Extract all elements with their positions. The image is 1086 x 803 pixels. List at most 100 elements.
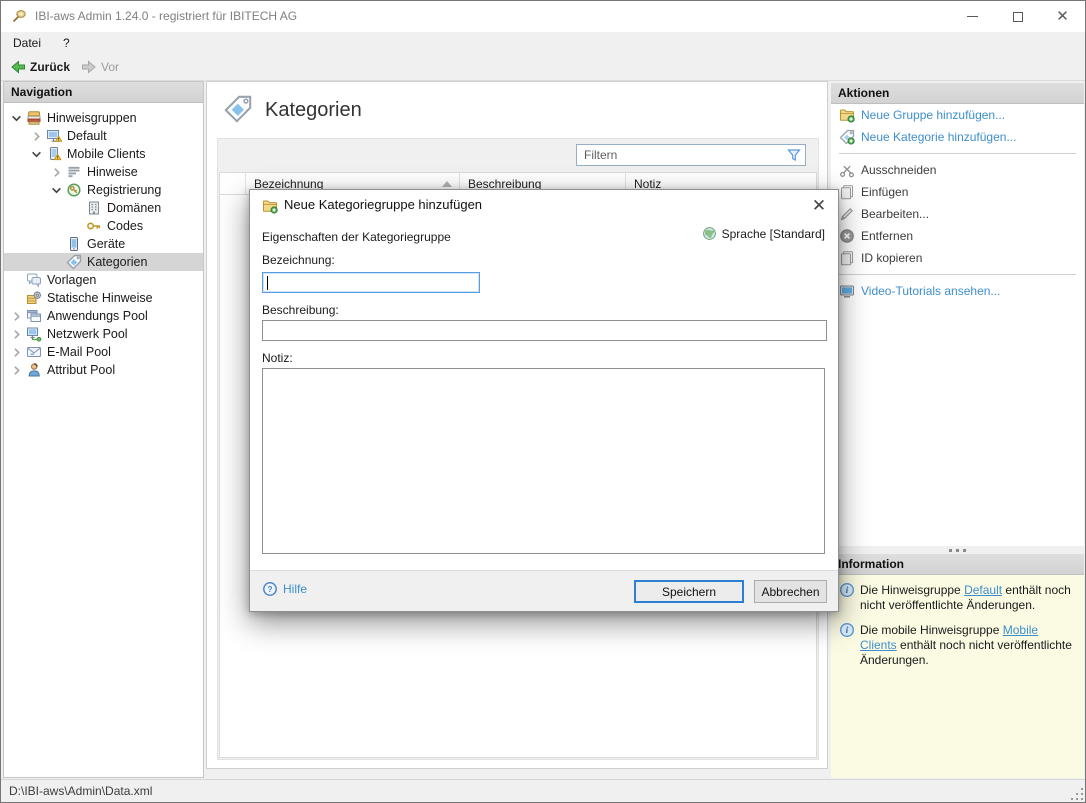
menu-datei[interactable]: Datei (7, 32, 47, 54)
filter-wrap (576, 144, 806, 166)
status-path: D:\IBI-aws\Admin\Data.xml (9, 784, 152, 798)
chevron-collapsed-icon[interactable] (10, 311, 23, 322)
tree-item-registrierung[interactable]: Registrierung (4, 181, 203, 199)
tv-icon (839, 283, 855, 299)
navigation-header: Navigation (4, 82, 203, 103)
action-einf-gen[interactable]: Einfügen (831, 181, 1084, 203)
chevron-collapsed-icon[interactable] (10, 365, 23, 376)
chevron-collapsed-icon[interactable] (10, 329, 23, 340)
back-button[interactable]: Zurück (6, 54, 74, 80)
info-circle-icon: i (839, 622, 855, 638)
info-circle-icon: i (839, 582, 855, 598)
bezeichnung-input[interactable] (262, 272, 480, 293)
action-ausschneiden[interactable]: Ausschneiden (831, 159, 1084, 181)
action-neue-gruppe-hinzuf-gen[interactable]: Neue Gruppe hinzufügen... (831, 104, 1084, 126)
action-label: ID kopieren (861, 251, 922, 265)
actions-list: Neue Gruppe hinzufügen...Neue Kategorie … (831, 104, 1084, 546)
chevron-none (50, 239, 63, 250)
cancel-button[interactable]: Abbrechen (754, 580, 827, 603)
registration-icon (66, 182, 82, 198)
attribute-pool-icon (26, 362, 42, 378)
tree-item-vorlagen[interactable]: Vorlagen (4, 271, 203, 289)
tree-item-e-mail-pool[interactable]: E-Mail Pool (4, 343, 203, 361)
tree-item-ger-te[interactable]: Geräte (4, 235, 203, 253)
tree-item-dom-nen[interactable]: Domänen (4, 199, 203, 217)
tree-item-label: Anwendungs Pool (47, 309, 148, 323)
tree-item-label: Codes (107, 219, 143, 233)
info-link-default[interactable]: Default (964, 583, 1002, 597)
tree-item-label: Kategorien (87, 255, 147, 269)
language-label: Sprache [Standard] (722, 227, 825, 241)
dialog-footer: ? Hilfe Speichern Abbrechen (250, 570, 838, 611)
folder-add-icon (262, 198, 278, 214)
tree-item-kategorien[interactable]: Kategorien (4, 253, 203, 271)
chevron-expanded-icon[interactable] (50, 185, 63, 196)
chevron-expanded-icon[interactable] (30, 149, 43, 160)
chevron-none (70, 221, 83, 232)
tree-item-label: Registrierung (87, 183, 161, 197)
tree-item-hinweisgruppen[interactable]: Hinweisgruppen (4, 109, 203, 127)
tree-item-anwendungs-pool[interactable]: Anwendungs Pool (4, 307, 203, 325)
tree-item-label: Attribut Pool (47, 363, 115, 377)
language-selector[interactable]: Sprache [Standard] (702, 226, 825, 241)
panel-splitter[interactable] (831, 546, 1084, 554)
network-pool-icon (26, 326, 42, 342)
forward-label: Vor (101, 60, 119, 74)
svg-text:?: ? (267, 584, 272, 594)
action-label: Video-Tutorials ansehen... (861, 284, 1000, 298)
notiz-textarea[interactable] (262, 368, 825, 554)
information-header: Information (831, 554, 1084, 575)
tree-item-label: E-Mail Pool (47, 345, 111, 359)
chevron-collapsed-icon[interactable] (30, 131, 43, 142)
maximize-button[interactable] (995, 1, 1040, 32)
beschreibung-input[interactable] (262, 320, 827, 341)
tree-item-netzwerk-pool[interactable]: Netzwerk Pool (4, 325, 203, 343)
navigation-panel: Navigation Hinweisgruppen Default Mobile C… (3, 81, 204, 778)
tree-item-label: Default (67, 129, 107, 143)
notices-icon (66, 164, 82, 180)
action-bearbeiten[interactable]: Bearbeiten... (831, 203, 1084, 225)
tree-item-label: Geräte (87, 237, 125, 251)
save-button[interactable]: Speichern (634, 580, 744, 603)
info-text: Die mobile Hinweisgruppe Mobile Clients … (860, 623, 1076, 668)
filter-input[interactable] (576, 144, 806, 166)
titlebar: IBI-aws Admin 1.24.0 - registriert für I… (1, 1, 1085, 32)
chevron-none (10, 275, 23, 286)
tree-item-label: Netzwerk Pool (47, 327, 128, 341)
action-entfernen[interactable]: Entfernen (831, 225, 1084, 247)
action-id-kopieren[interactable]: ID kopieren (831, 247, 1084, 269)
help-link[interactable]: ? Hilfe (262, 581, 307, 597)
app-icon (11, 8, 27, 24)
tree-item-mobile-clients[interactable]: Mobile Clients (4, 145, 203, 163)
tree-item-hinweise[interactable]: Hinweise (4, 163, 203, 181)
tree-item-default[interactable]: Default (4, 127, 203, 145)
tree-item-label: Hinweise (87, 165, 138, 179)
chevron-collapsed-icon[interactable] (50, 167, 63, 178)
remove-circle-icon (839, 228, 855, 244)
templates-icon (26, 272, 42, 288)
dialog-close-button[interactable]: ✕ (806, 194, 832, 218)
tree-item-codes[interactable]: Codes (4, 217, 203, 235)
beschreibung-label: Beschreibung: (262, 303, 339, 317)
tree-item-label: Mobile Clients (67, 147, 146, 161)
chevron-collapsed-icon[interactable] (10, 347, 23, 358)
application-pool-icon (26, 308, 42, 324)
close-window-button[interactable]: ✕ (1040, 1, 1085, 32)
sidebar: Aktionen Neue Gruppe hinzufügen...Neue K… (831, 81, 1084, 778)
action-video-tutorials-ansehen[interactable]: Video-Tutorials ansehen... (831, 280, 1084, 302)
menu-help[interactable]: ? (57, 32, 76, 54)
window-title: IBI-aws Admin 1.24.0 - registriert für I… (35, 1, 297, 32)
svg-text:i: i (846, 626, 849, 636)
new-category-group-dialog: Neue Kategoriegruppe hinzufügen ✕ Eigens… (249, 189, 839, 612)
filter-funnel-icon[interactable] (786, 147, 802, 163)
info-item: iDie Hinweisgruppe Default enthält noch … (839, 583, 1076, 613)
domain-icon (86, 200, 102, 216)
tree-item-statische-hinweise[interactable]: Statische Hinweise (4, 289, 203, 307)
notiz-label: Notiz: (262, 351, 293, 365)
minimize-button[interactable] (950, 1, 995, 32)
resize-grip-icon[interactable] (1070, 787, 1083, 800)
action-neue-kategorie-hinzuf-gen[interactable]: Neue Kategorie hinzufügen... (831, 126, 1084, 148)
chevron-expanded-icon[interactable] (10, 113, 23, 124)
forward-button[interactable]: Vor (77, 54, 123, 80)
tree-item-attribut-pool[interactable]: Attribut Pool (4, 361, 203, 379)
